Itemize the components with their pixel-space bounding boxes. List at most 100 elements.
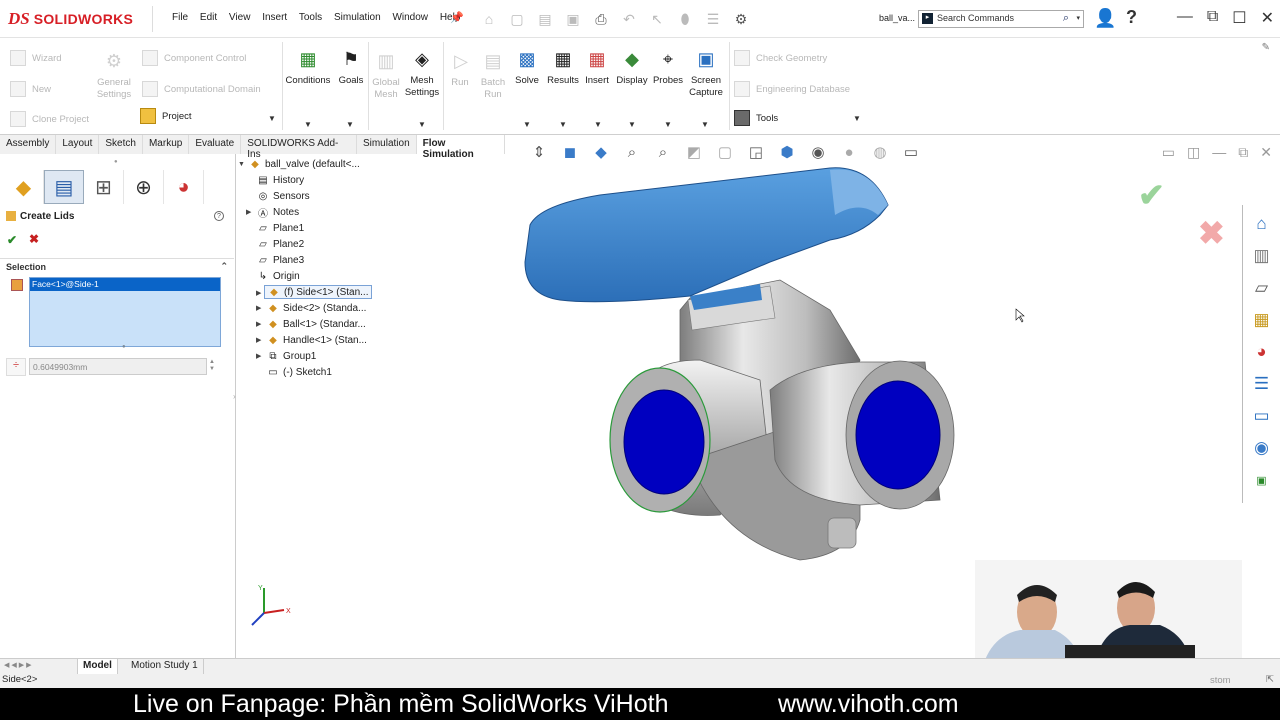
- maximize-icon[interactable]: ☐: [1232, 8, 1246, 28]
- collapse-icon[interactable]: ⌃: [220, 261, 228, 272]
- conditions-button[interactable]: ▦ Conditions: [285, 46, 331, 87]
- thickness-input[interactable]: 0.6049903mm: [29, 358, 207, 375]
- confirm-ok-icon[interactable]: ✔: [1138, 176, 1165, 214]
- conditions-dropdown-icon[interactable]: ▼: [304, 120, 312, 129]
- tree-item-history[interactable]: ▤ History: [256, 174, 304, 186]
- check-geometry-button[interactable]: Check Geometry: [734, 50, 827, 66]
- scene-icon[interactable]: ◍: [869, 141, 891, 163]
- tree-item-group1[interactable]: ▶ ⧉ Group1: [256, 350, 316, 362]
- hide-show-items-icon[interactable]: ◉: [807, 141, 829, 163]
- tree-item-plane3[interactable]: ▱ Plane3: [256, 254, 304, 266]
- open-icon[interactable]: ▤: [534, 8, 556, 30]
- menu-window[interactable]: Window: [392, 12, 428, 23]
- project-dropdown-icon[interactable]: ▼: [268, 114, 276, 123]
- chevron-down-icon[interactable]: ▾: [1076, 14, 1080, 22]
- tree-item-side2[interactable]: ▶ ◆ Side<2> (Standa...: [256, 302, 366, 314]
- right-lid[interactable]: [855, 380, 941, 490]
- viewport-tile-icon[interactable]: ▭: [1162, 144, 1175, 161]
- tree-expand-icon[interactable]: ▶: [256, 320, 266, 328]
- flow-simulation-icon[interactable]: ▣: [1249, 467, 1275, 493]
- property-manager-tab-icon[interactable]: ▤: [44, 170, 84, 204]
- view-settings-icon[interactable]: ◲: [745, 141, 767, 163]
- tab-evaluate[interactable]: Evaluate: [189, 135, 242, 154]
- menu-simulation[interactable]: Simulation: [334, 12, 381, 23]
- tree-expand-icon[interactable]: ▶: [256, 352, 266, 360]
- user-account-icon[interactable]: 👤: [1094, 8, 1116, 29]
- custom-properties-icon[interactable]: ☰: [1249, 371, 1275, 397]
- menu-file[interactable]: File: [172, 12, 188, 23]
- undo-icon[interactable]: ↶: [618, 8, 640, 30]
- new-document-icon[interactable]: ▢: [506, 8, 528, 30]
- restore-icon[interactable]: ⧉: [1207, 8, 1218, 28]
- results-button[interactable]: ▦ Results: [546, 46, 580, 87]
- tab-simulation[interactable]: Simulation: [357, 135, 417, 154]
- computational-domain-button[interactable]: Computational Domain: [142, 81, 261, 97]
- solidworks-resources-home-icon[interactable]: ⌂: [1249, 211, 1275, 237]
- pin-icon[interactable]: 📌: [450, 11, 464, 24]
- status-arrow-icon[interactable]: ⇱: [1266, 674, 1274, 685]
- run-button[interactable]: ▷ Run: [448, 48, 472, 89]
- tab-motion-study-1[interactable]: Motion Study 1: [126, 659, 204, 674]
- section-view-icon[interactable]: ◩: [683, 141, 705, 163]
- display-style-icon[interactable]: ◆: [590, 141, 612, 163]
- file-properties-icon[interactable]: ☰: [702, 8, 724, 30]
- insert-dropdown-icon[interactable]: ▼: [594, 120, 602, 129]
- tab-assembly[interactable]: Assembly: [0, 135, 57, 154]
- home-icon[interactable]: ⌂: [478, 8, 500, 30]
- feature-manager-tab-icon[interactable]: ◆: [4, 170, 44, 204]
- save-icon[interactable]: ▣: [562, 8, 584, 30]
- isometric-view-icon[interactable]: ◼: [559, 141, 581, 163]
- mesh-dropdown-icon[interactable]: ▼: [418, 120, 426, 129]
- tree-item-handle[interactable]: ▶ ◆ Handle<1> (Stan...: [256, 334, 367, 346]
- file-explorer-icon[interactable]: ▱: [1249, 275, 1275, 301]
- tree-expand-icon[interactable]: ▼: [238, 161, 248, 168]
- tab-model[interactable]: Model: [77, 659, 118, 674]
- insert-button[interactable]: ▦ Insert: [582, 46, 612, 87]
- tree-expand-icon[interactable]: ▶: [246, 208, 256, 216]
- options-gear-icon[interactable]: ⚙: [730, 8, 752, 30]
- viewport-close-icon[interactable]: ✕: [1260, 144, 1272, 161]
- display-button[interactable]: ◆ Display: [615, 46, 649, 87]
- thickness-spinner[interactable]: ▲ ▼: [209, 359, 215, 373]
- capture-dropdown-icon[interactable]: ▼: [701, 120, 709, 129]
- project-button[interactable]: Project: [140, 108, 192, 124]
- cancel-button[interactable]: ✖: [29, 232, 39, 246]
- solidworks-logo[interactable]: DS SOLIDWORKS: [8, 6, 153, 32]
- goals-dropdown-icon[interactable]: ▼: [346, 120, 354, 129]
- dimxpert-tab-icon[interactable]: ⊕: [124, 170, 164, 204]
- forum-icon[interactable]: ▭: [1249, 403, 1275, 429]
- selected-face-item[interactable]: Face<1>@Side-1: [30, 278, 220, 291]
- solidworks-plm-icon[interactable]: ◉: [1249, 435, 1275, 461]
- view-palette-icon[interactable]: ▦: [1249, 307, 1275, 333]
- new-project-button[interactable]: New: [10, 81, 51, 97]
- search-commands-input[interactable]: ▸ Search Commands ⌕ ▾: [918, 10, 1084, 28]
- tree-root-assembly[interactable]: ▼ ◆ ball_valve (default<...: [238, 158, 360, 170]
- view-orientation-icon[interactable]: ⇕: [528, 141, 550, 163]
- search-icon[interactable]: ⌕: [1063, 12, 1069, 25]
- display-dropdown-icon[interactable]: ▼: [628, 120, 636, 129]
- tree-item-side1[interactable]: ◆ (f) Side<1> (Stan...: [264, 285, 372, 299]
- tools-button[interactable]: Tools: [734, 110, 778, 126]
- rebuild-icon[interactable]: ⬮: [674, 8, 696, 30]
- selection-group-header[interactable]: Selection ⌃: [0, 258, 234, 274]
- tab-solidworks-add-ins[interactable]: SOLIDWORKS Add-Ins: [241, 135, 357, 160]
- graphics-viewport[interactable]: Y X: [237, 154, 1242, 660]
- viewport-restore-icon[interactable]: ⧉: [1238, 144, 1248, 161]
- left-lid[interactable]: [623, 389, 705, 495]
- ok-button[interactable]: ✔: [7, 233, 17, 247]
- wizard-button[interactable]: Wizard: [10, 50, 62, 66]
- general-settings-button[interactable]: ⚙ General Settings: [94, 48, 134, 101]
- appearance-icon[interactable]: ●: [838, 141, 860, 163]
- tree-item-plane1[interactable]: ▱ Plane1: [256, 222, 304, 234]
- tab-layout[interactable]: Layout: [56, 135, 100, 154]
- clone-project-button[interactable]: Clone Project: [10, 111, 89, 127]
- tree-item-notes[interactable]: ▶ Ⓐ Notes: [246, 206, 299, 220]
- shaded-view-icon[interactable]: ⬢: [776, 141, 798, 163]
- tools-dropdown-icon[interactable]: ▼: [853, 114, 861, 123]
- mesh-settings-button[interactable]: ◈ Mesh Settings: [404, 46, 440, 99]
- tab-scroll-arrows-icon[interactable]: ◀◀▶▶: [4, 661, 34, 669]
- appearances-icon[interactable]: ◕: [1249, 339, 1275, 365]
- configuration-manager-tab-icon[interactable]: ⊞: [84, 170, 124, 204]
- confirm-cancel-icon[interactable]: ✖: [1198, 214, 1225, 252]
- tree-item-sensors[interactable]: ◎ Sensors: [256, 190, 310, 202]
